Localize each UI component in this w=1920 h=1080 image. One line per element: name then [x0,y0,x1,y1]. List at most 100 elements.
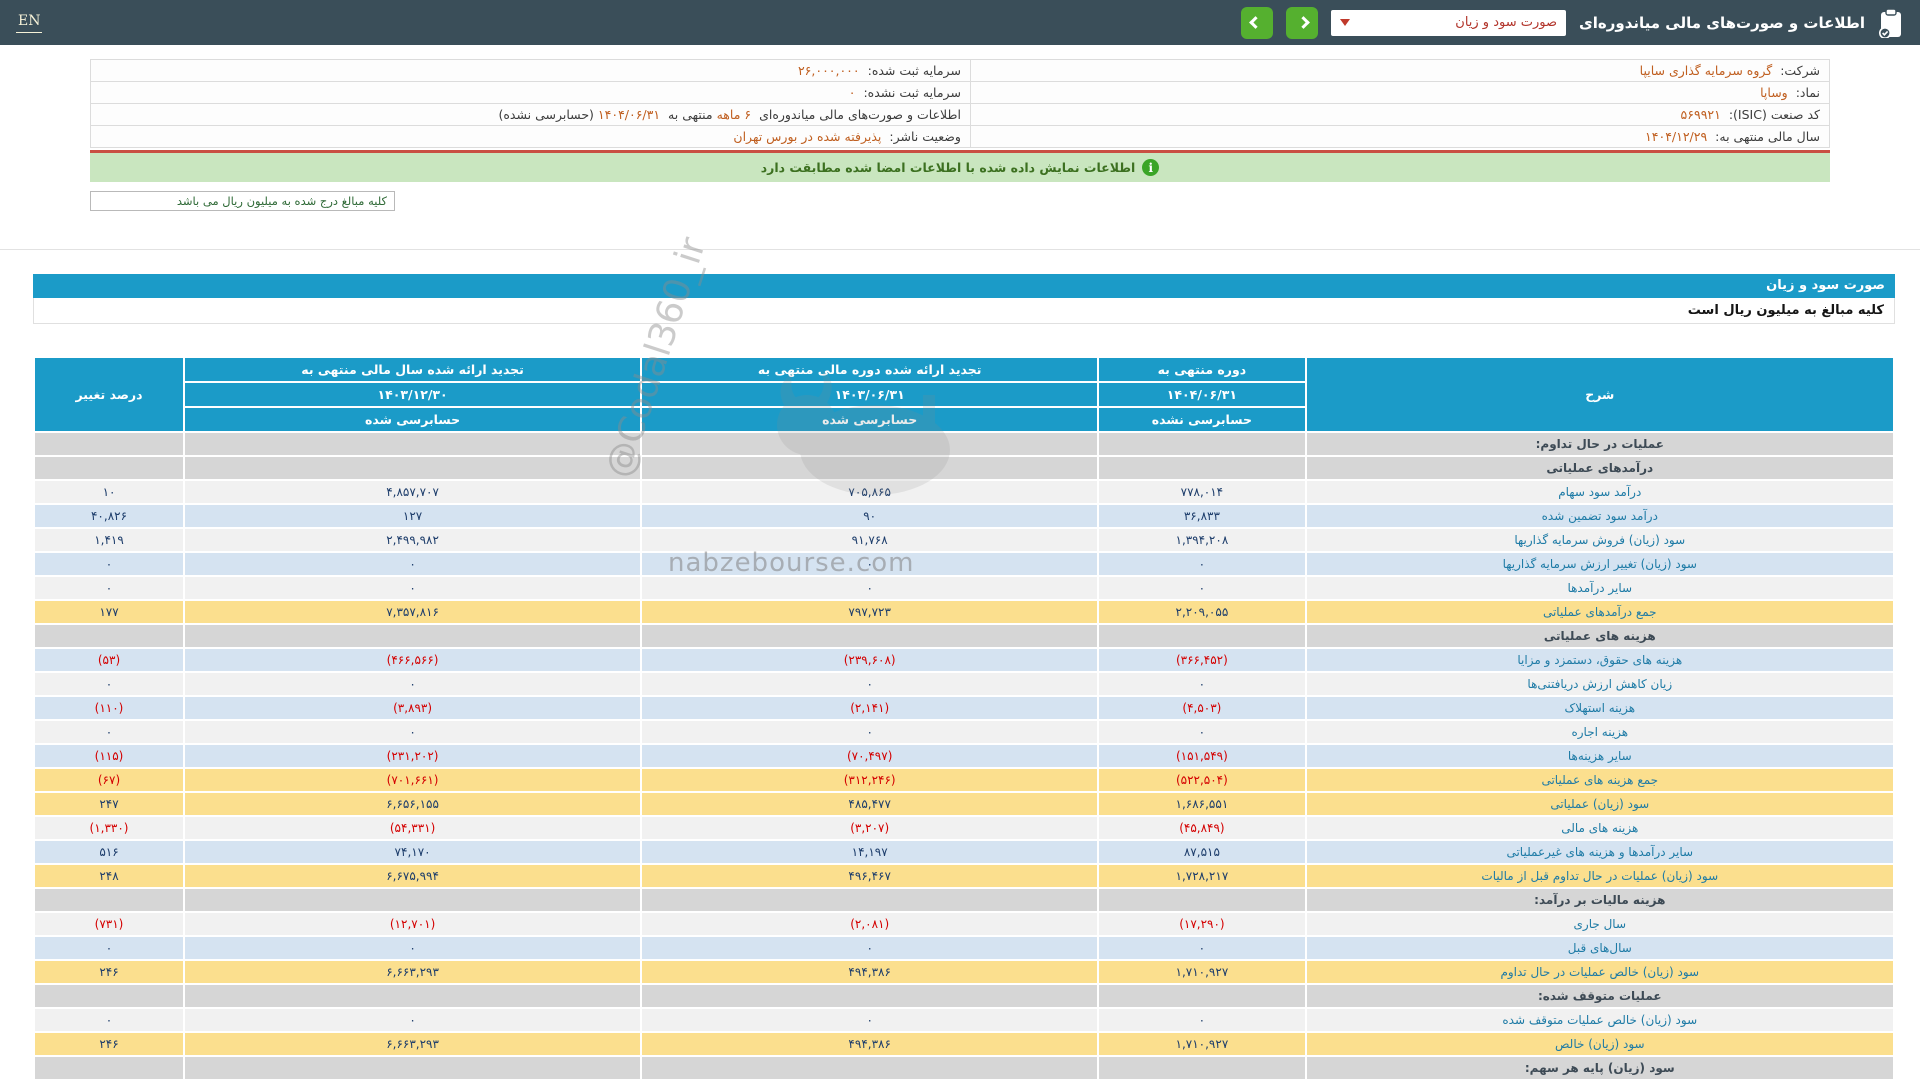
cell-description: درآمد سود سهام [1306,481,1893,503]
cell-current-period: (۱۷,۲۹۰) [1099,913,1305,935]
cell-change-percent [35,625,184,647]
cell-current-period: ۱,۷۱۰,۹۲۷ [1099,961,1305,983]
cell-prior-period: ۴۹۴,۳۸۶ [642,961,1098,983]
next-statement-button[interactable] [1286,6,1319,39]
cell-change-percent: (۵۳) [35,649,184,671]
company-info-row: سال مالی منتهی به: ۱۴۰۴/۱۲/۲۹ وضعیت ناشر… [90,125,1831,148]
cell-change-percent [35,433,184,455]
cell-prior-period: ۴۹۶,۴۶۷ [642,865,1098,887]
cell-prior-year: (۱۲,۷۰۱) [185,913,641,935]
table-row: سود (زیان) خالص عملیات در حال تداوم ۱,۷۱۰… [35,961,1893,983]
cell-change-percent [35,889,184,911]
cell-current-period: ۰ [1099,937,1305,959]
symbol-value: وساپا [1760,85,1788,100]
cell-prior-period: ۰ [642,673,1098,695]
report-period-cell: اطلاعات و صورت‌های مالی میاندوره‌ای ۶ ما… [90,103,971,126]
cell-description: هزینه مالیات بر درآمد: [1306,889,1893,911]
cell-current-period: ۰ [1099,553,1305,575]
cell-current-period: ۷۷۸,۰۱۴ [1099,481,1305,503]
cell-prior-year: ۰ [185,577,641,599]
cell-change-percent: ۲۴۶ [35,961,184,983]
unit-note-box: کلیه مبالغ درج شده به میلیون ریال می باش… [90,191,395,211]
cell-prior-period: ۰ [642,721,1098,743]
unregistered-capital-value: ۰ [848,85,856,100]
language-toggle[interactable]: EN [16,13,43,33]
table-row: هزینه های حقوق، دستمزد و مزایا (۳۶۶,۴۵۲)(… [35,649,1893,671]
cell-change-percent: ۰ [35,673,184,695]
cell-prior-year: (۴۶۶,۵۶۶) [185,649,641,671]
registered-capital-label: سرمایه ثبت شده: [867,63,961,78]
statement-unit-note: کلیه مبالغ به میلیون ریال است [33,298,1895,324]
table-row: زیان کاهش ارزش دریافتنی‌ها ۰ ۰ ۰ ۰ [35,673,1893,695]
cell-current-period: ۱,۶۸۶,۵۵۱ [1099,793,1305,815]
report-period-text: منتهی به [668,107,713,122]
registered-capital-cell: سرمایه ثبت شده: ۲۶,۰۰۰,۰۰۰ [90,59,971,82]
cell-current-period: ۰ [1099,577,1305,599]
cell-prior-period: (۳,۲۰۷) [642,817,1098,839]
cell-change-percent [35,457,184,479]
table-row: سود (زیان) عملیات در حال تداوم قبل از ما… [35,865,1893,887]
section-row: سود (زیان) پایه هر سهم: [35,1057,1893,1079]
cell-prior-period [642,457,1098,479]
cell-prior-period: ۰ [642,577,1098,599]
cell-current-period: ۲,۲۰۹,۰۵۵ [1099,601,1305,623]
chevron-down-icon [1340,19,1351,26]
cell-prior-period: ۰ [642,1009,1098,1031]
signature-match-banner: i اطلاعات نمایش داده شده با اطلاعات امضا… [90,153,1830,182]
cell-description: سال‌های قبل [1306,937,1893,959]
cell-description: سایر درآمدها و هزینه های غیرعملیاتی [1306,841,1893,863]
cell-prior-year [185,433,641,455]
company-name-label: شرکت: [1780,63,1820,78]
section-row: عملیات در حال تداوم: [35,433,1893,455]
cell-prior-period: (۲,۰۸۱) [642,913,1098,935]
top-bar: اطلاعات و صورت‌های مالی میاندوره‌ای صورت… [0,0,1920,45]
cell-change-percent: ۱۰ [35,481,184,503]
section-row: هزینه مالیات بر درآمد: [35,889,1893,911]
statement-type-select[interactable]: صورت سود و زیان [1331,9,1567,36]
cell-prior-period: ۷۹۷,۷۲۳ [642,601,1098,623]
cell-prior-year: (۳,۸۹۳) [185,697,641,719]
cell-change-percent: ۰ [35,937,184,959]
info-icon: i [1142,159,1160,176]
cell-prior-period: ۴۸۵,۴۷۷ [642,793,1098,815]
header-prior-period-date: ۱۴۰۳/۰۶/۳۱ [642,383,1098,406]
cell-change-percent [35,1057,184,1079]
header-prior-year-audit: حسابرسی شده [185,408,641,431]
cell-change-percent: ۱,۴۱۹ [35,529,184,551]
cell-current-period: ۰ [1099,721,1305,743]
income-statement-table: شرح دوره منتهی به تجدید ارائه شده دوره م… [33,356,1895,1080]
table-row: سود (زیان) خالص عملیات متوقف شده ۰ ۰ ۰ ۰ [35,1009,1893,1031]
header-description: شرح [1306,358,1893,431]
cell-prior-year [185,625,641,647]
cell-change-percent: ۲۴۸ [35,865,184,887]
table-row: سایر هزینه‌ها (۱۵۱,۵۴۹) (۷۰,۴۹۷) (۲۳۱,۲۰۲)(… [35,745,1893,767]
cell-change-percent: ۵۱۶ [35,841,184,863]
cell-prior-period: (۳۱۲,۲۴۶) [642,769,1098,791]
cell-prior-year: ۰ [185,937,641,959]
symbol-cell: نماد: وساپا [969,81,1831,104]
company-info-section: شرکت: گروه سرمایه گذاری سایپا سرمایه ثبت… [90,59,1831,148]
table-row: جمع درآمدهای عملیاتی ۲,۲۰۹,۰۵۵ ۷۹۷,۷۲۳ ۷,۳۵… [35,601,1893,623]
statement-type-selected-value: صورت سود و زیان [1455,15,1558,30]
cell-change-percent: (۶۷) [35,769,184,791]
cell-description: سایر هزینه‌ها [1306,745,1893,767]
cell-change-percent: ۲۴۷ [35,793,184,815]
report-period-text: اطلاعات و صورت‌های مالی میاندوره‌ای [759,107,961,122]
cell-prior-period [642,985,1098,1007]
registered-capital-value: ۲۶,۰۰۰,۰۰۰ [797,63,860,78]
cell-change-percent [35,985,184,1007]
cell-current-period [1099,889,1305,911]
cell-prior-period [642,625,1098,647]
company-name-value: گروه سرمایه گذاری سایپا [1639,63,1773,78]
previous-statement-button[interactable] [1241,6,1274,39]
company-info-row: شرکت: گروه سرمایه گذاری سایپا سرمایه ثبت… [90,59,1831,82]
isic-code-cell: کد صنعت (ISIC): ۵۶۹۹۲۱ [969,103,1831,126]
section-row: هزینه های عملیاتی [35,625,1893,647]
header-current-period-audit: حسابرسی نشده [1099,408,1305,431]
unit-note-wrap: کلیه مبالغ درج شده به میلیون ریال می باش… [90,191,1830,211]
cell-prior-year: ۲,۴۹۹,۹۸۲ [185,529,641,551]
report-period-months: ۶ ماهه [716,107,752,122]
cell-change-percent: (۱,۳۳۰) [35,817,184,839]
cell-prior-year: ۰ [185,553,641,575]
cell-current-period [1099,433,1305,455]
